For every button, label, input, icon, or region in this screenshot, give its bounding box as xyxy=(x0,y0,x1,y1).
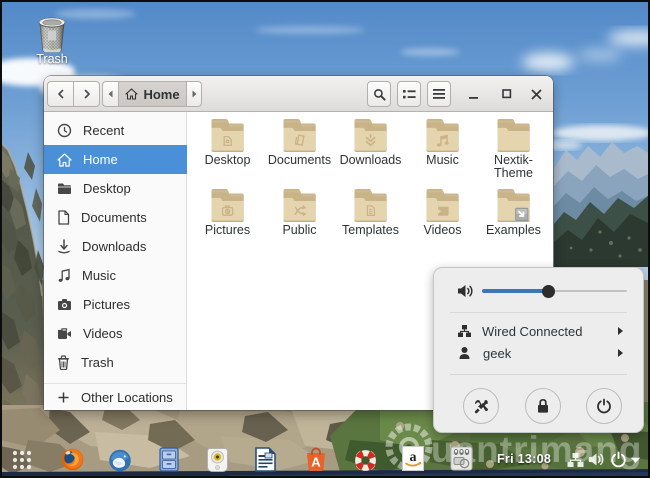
svg-text:a: a xyxy=(410,450,417,465)
svg-text:A: A xyxy=(311,455,321,470)
